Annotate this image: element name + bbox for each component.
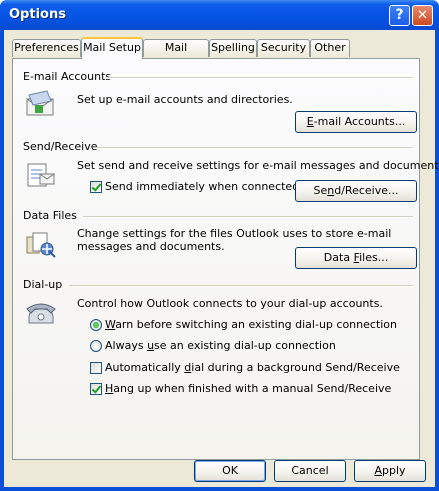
mail-setup-page: E-mail Accounts Set up e-mail accounts a…	[12, 58, 439, 460]
send-immediately-checkbox[interactable]	[90, 181, 102, 193]
ok-button[interactable]: OK	[194, 460, 266, 482]
tab-mail-format[interactable]: Mail Format	[143, 39, 209, 70]
dialup-separator	[69, 285, 413, 287]
email-accounts-description: Set up e-mail accounts and directories.	[77, 93, 293, 106]
auto-dial-checkbox[interactable]	[90, 362, 102, 374]
tab-security[interactable]: Security	[257, 39, 310, 57]
data-files-icon	[26, 232, 56, 258]
tab-spelling[interactable]: Spelling	[209, 39, 257, 57]
send-receive-description: Set send and receive settings for e-mail…	[77, 159, 439, 172]
email-accounts-button[interactable]: E-mail Accounts...	[295, 111, 417, 133]
email-accounts-heading: E-mail Accounts	[23, 70, 112, 83]
email-accounts-icon	[26, 90, 54, 116]
send-receive-button[interactable]: Send/Receive...	[295, 180, 417, 202]
dialup-heading: Dial-up	[23, 278, 63, 291]
email-accounts-separator	[107, 77, 413, 79]
send-receive-separator	[95, 147, 413, 149]
auto-dial-label[interactable]: Automatically dial during a background S…	[105, 361, 400, 374]
close-button[interactable]: ✕	[412, 5, 433, 26]
always-use-existing-radio[interactable]	[90, 340, 102, 352]
hang-up-label[interactable]: Hang up when finished with a manual Send…	[105, 382, 391, 395]
options-dialog: Options ? ✕ Preferences Mail Setup Mail …	[0, 0, 439, 491]
tab-other[interactable]: Other	[310, 39, 350, 57]
always-use-existing-label[interactable]: Always use an existing dial-up connectio…	[105, 339, 336, 352]
tab-mail-setup[interactable]: Mail Setup	[81, 37, 143, 59]
close-icon: ✕	[417, 8, 428, 23]
warn-before-switching-label[interactable]: Warn before switching an existing dial-u…	[105, 318, 397, 331]
dialup-phone-icon	[26, 303, 56, 324]
title-bar[interactable]: Options ? ✕	[0, 0, 439, 30]
send-receive-icon	[27, 163, 55, 187]
dialog-button-bar: OK Cancel Apply	[4, 460, 435, 487]
hang-up-checkbox[interactable]	[90, 383, 102, 395]
dialog-client-area: Preferences Mail Setup Mail Format Spell…	[4, 30, 439, 487]
send-receive-heading: Send/Receive	[23, 140, 98, 153]
help-button[interactable]: ?	[389, 5, 410, 26]
tab-preferences[interactable]: Preferences	[12, 39, 81, 57]
data-files-button[interactable]: Data Files...	[295, 247, 417, 269]
help-icon: ?	[395, 7, 404, 23]
window-title: Options	[9, 7, 66, 22]
warn-before-switching-radio[interactable]	[90, 319, 102, 331]
data-files-separator	[83, 216, 413, 218]
cancel-button[interactable]: Cancel	[274, 460, 346, 482]
send-immediately-label[interactable]: Send immediately when connected	[105, 180, 299, 193]
apply-button[interactable]: Apply	[354, 460, 426, 482]
data-files-heading: Data Files	[23, 209, 77, 222]
dialup-description: Control how Outlook connects to your dia…	[77, 297, 383, 310]
